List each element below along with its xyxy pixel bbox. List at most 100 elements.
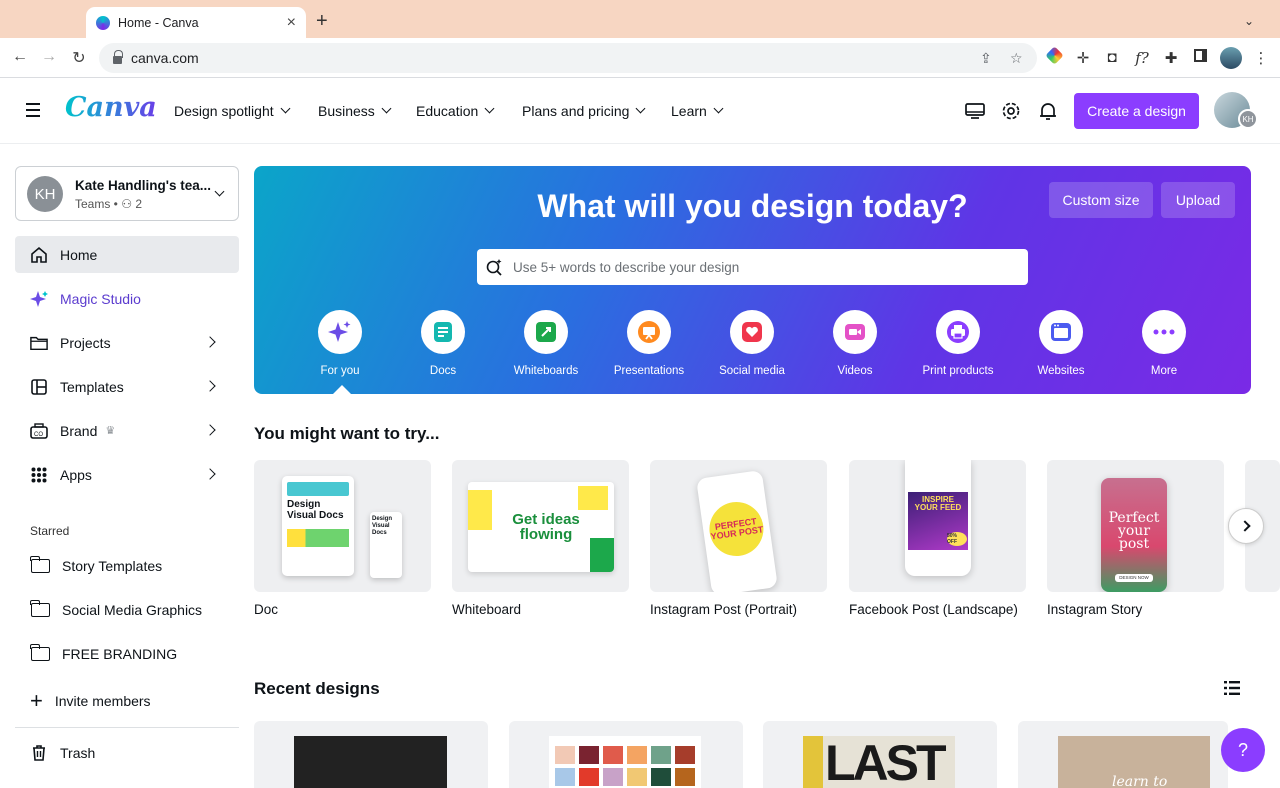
recent-thumbnail [549, 736, 701, 788]
color-extension-icon[interactable] [1044, 46, 1064, 66]
chevron-right-icon[interactable] [204, 380, 216, 392]
browser-tab[interactable]: Home - Canva × [86, 7, 306, 39]
sparkle-icon [30, 290, 48, 308]
sidebar-item-projects[interactable]: Projects [15, 324, 239, 361]
sidebar-item-apps[interactable]: Apps [15, 456, 239, 493]
help-button[interactable]: ? [1221, 728, 1265, 772]
video-icon [833, 310, 877, 354]
people-icon: ⚇ [121, 197, 132, 211]
camera-extension-icon[interactable]: ◘ [1103, 49, 1121, 66]
trash-button[interactable]: Trash [30, 741, 95, 765]
custom-size-button[interactable]: Custom size [1049, 182, 1153, 218]
recent-design-card[interactable] [509, 721, 743, 788]
share-icon[interactable]: ⇪ [980, 50, 992, 67]
category-print-products[interactable]: Print products [908, 310, 1008, 377]
side-panel-icon[interactable] [1191, 49, 1209, 66]
tab-title: Home - Canva [118, 16, 199, 30]
chevron-right-icon[interactable] [204, 424, 216, 436]
whiteboard-icon [524, 310, 568, 354]
tab-search-chevron-icon[interactable]: ⌄ [1244, 14, 1254, 28]
bookmark-star-icon[interactable]: ☆ [1010, 50, 1023, 67]
sparkle-icon [318, 310, 362, 354]
svg-text:CO: CO [34, 432, 43, 438]
browser-profile-avatar[interactable] [1220, 47, 1242, 69]
create-design-button[interactable]: Create a design [1074, 93, 1199, 129]
folder-icon [30, 644, 50, 661]
template-card-whiteboard[interactable]: Get ideas flowing [452, 460, 629, 592]
team-switcher[interactable]: KH Kate Handling's tea... Teams • ⚇ 2 [15, 166, 239, 221]
chevron-down-icon [280, 103, 291, 113]
canva-favicon-icon [96, 16, 110, 30]
starred-item[interactable]: Social Media Graphics [30, 598, 202, 622]
starred-item[interactable]: Story Templates [30, 554, 162, 578]
puzzle-extensions-icon[interactable]: ✚ [1162, 49, 1180, 67]
phone-thumbnail: PERFECT YOUR POST [696, 469, 778, 592]
forward-icon[interactable]: → [39, 48, 59, 66]
browser-menu-icon[interactable]: ⋮ [1252, 49, 1270, 67]
starred-item[interactable]: FREE BRANDING [30, 642, 177, 666]
bell-icon[interactable] [1037, 100, 1059, 122]
category-social-media[interactable]: Social media [702, 310, 802, 377]
lock-icon [113, 50, 123, 64]
sidebar-item-label: Magic Studio [60, 290, 141, 307]
sidebar-item-label: Home [60, 246, 98, 263]
template-card-label: Doc [254, 602, 279, 617]
nav-design-spotlight[interactable]: Design spotlight [174, 103, 291, 119]
nav-learn[interactable]: Learn [671, 103, 724, 119]
list-view-icon[interactable] [1224, 681, 1240, 695]
back-icon[interactable]: ← [10, 48, 30, 66]
canva-logo[interactable]: Canva [65, 92, 157, 123]
heart-icon [730, 310, 774, 354]
category-presentations[interactable]: Presentations [599, 310, 699, 377]
chevron-right-icon[interactable] [204, 468, 216, 480]
gear-icon[interactable] [1000, 100, 1022, 122]
recent-design-card[interactable]: LAST [763, 721, 997, 788]
template-card-doc[interactable]: Design Visual Docs Design Visual Docs [254, 460, 431, 592]
desktop-icon[interactable] [964, 100, 986, 122]
phone-thumbnail: INSPIRE YOUR FEED 50% OFF [905, 460, 971, 576]
sidebar-item-magic-studio[interactable]: Magic Studio [15, 280, 239, 317]
sidebar-item-label: Templates [60, 378, 124, 395]
reload-icon[interactable]: ↻ [69, 48, 89, 68]
chevron-down-icon [484, 103, 495, 113]
template-card-instagram-post[interactable]: PERFECT YOUR POST [650, 460, 827, 592]
category-whiteboards[interactable]: Whiteboards [496, 310, 596, 377]
chevron-right-icon [1238, 520, 1251, 532]
template-card-label: Instagram Post (Portrait) [650, 602, 798, 617]
hamburger-menu-icon[interactable] [26, 103, 40, 121]
category-more[interactable]: More [1114, 310, 1214, 377]
chevron-right-icon[interactable] [204, 336, 216, 348]
docs-icon [421, 310, 465, 354]
formula-extension-icon[interactable]: f? [1133, 49, 1151, 67]
sidebar-item-home[interactable]: Home [15, 236, 239, 273]
close-tab-icon[interactable]: × [287, 14, 296, 32]
template-card-facebook-post[interactable]: INSPIRE YOUR FEED 50% OFF [849, 460, 1026, 592]
category-for-you[interactable]: For you [290, 310, 390, 377]
design-search-input[interactable]: Use 5+ words to describe your design [477, 249, 1028, 285]
sidebar-item-templates[interactable]: Templates [15, 368, 239, 405]
team-subtitle: Teams • ⚇ 2 [75, 197, 143, 211]
upload-button[interactable]: Upload [1161, 182, 1235, 218]
nav-education[interactable]: Education [416, 103, 495, 119]
recent-design-card[interactable]: learn to [1018, 721, 1228, 788]
sidebar-item-brand[interactable]: CO Brand ♛ [15, 412, 239, 449]
invite-members-button[interactable]: + Invite members [30, 689, 151, 713]
category-docs[interactable]: Docs [393, 310, 493, 377]
nav-business[interactable]: Business [318, 103, 392, 119]
plus-extension-icon[interactable]: ✛ [1074, 49, 1092, 67]
presentation-icon [627, 310, 671, 354]
chevron-down-icon [713, 103, 724, 113]
home-icon [30, 246, 48, 264]
category-videos[interactable]: Videos [805, 310, 905, 377]
category-websites[interactable]: Websites [1011, 310, 1111, 377]
sidebar-item-label: Projects [60, 334, 111, 351]
new-tab-icon[interactable]: + [316, 11, 328, 31]
url-bar[interactable]: canva.com [99, 43, 1037, 73]
folder-icon [30, 556, 50, 573]
recent-design-card[interactable] [254, 721, 488, 788]
sidebar-item-label: Brand [60, 422, 98, 439]
nav-plans-pricing[interactable]: Plans and pricing [522, 103, 646, 119]
template-card-instagram-story[interactable]: Perfect your post DESIGN NOW [1047, 460, 1224, 592]
carousel-next-button[interactable] [1228, 508, 1264, 544]
apps-icon [30, 466, 48, 484]
